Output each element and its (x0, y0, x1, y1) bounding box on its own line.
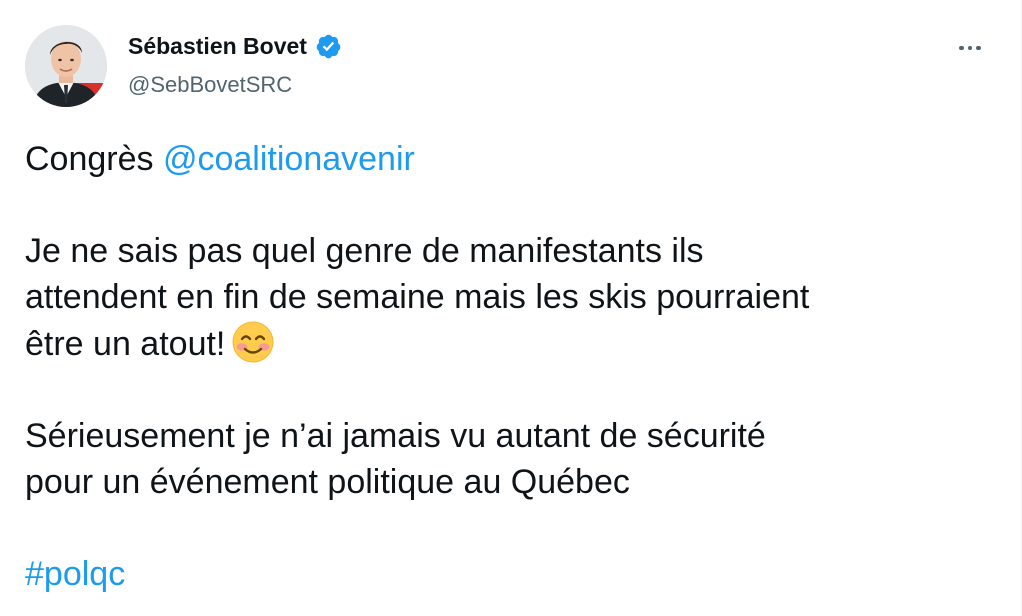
tweet-line: Je ne sais pas quel genre de manifestant… (25, 232, 704, 270)
avatar[interactable] (25, 25, 107, 107)
hashtag-link[interactable]: #polqc (25, 555, 125, 593)
tweet-line: #polqc (25, 551, 985, 597)
tweet-text-segment: Congrès (25, 140, 163, 178)
mention-link[interactable]: @coalitionavenir (163, 140, 415, 178)
tweet-text: Congrès @coalitionavenir Je ne sais pas … (25, 136, 985, 597)
avatar-photo (25, 25, 107, 107)
more-dot (976, 45, 981, 51)
tweet-line: Congrès @coalitionavenir (25, 136, 985, 182)
tweet-card: Sébastien Bovet @SebBovetSRC Congrès @co… (0, 0, 1022, 616)
tweet-line: attendent en fin de semaine mais les ski… (25, 278, 810, 316)
author-name-row[interactable]: Sébastien Bovet (128, 33, 342, 60)
more-horizontal-icon[interactable] (952, 36, 988, 60)
smiling-face-with-blushing-cheeks-icon (232, 321, 274, 363)
tweet-line: être un atout! (25, 320, 985, 367)
tweet-text-segment: être un atout! (25, 325, 226, 363)
verified-badge-icon (316, 34, 341, 59)
author-handle[interactable]: @SebBovetSRC (128, 72, 292, 98)
more-dot (967, 45, 973, 51)
more-dot (959, 45, 964, 51)
tweet-line: pour un événement politique au Québec (25, 463, 630, 501)
author-display-name[interactable]: Sébastien Bovet (128, 33, 307, 60)
tweet-line: Sérieusement je n’ai jamais vu autant de… (25, 417, 766, 455)
